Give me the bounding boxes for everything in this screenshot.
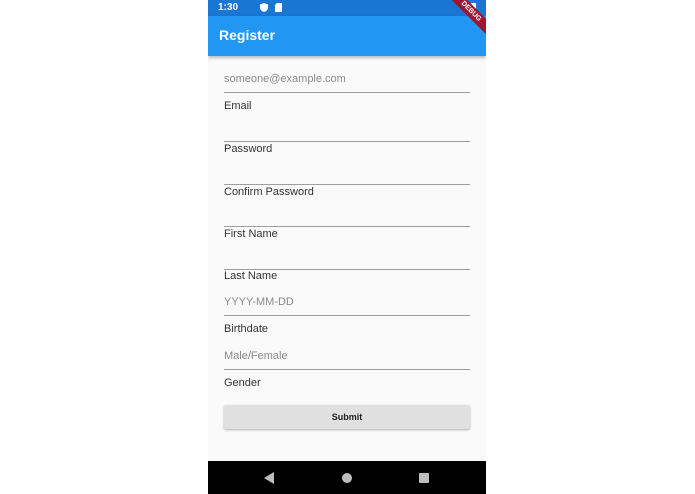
status-bar: 1:30 <box>208 0 486 16</box>
app-bar: Register <box>208 16 486 56</box>
page-title: Register <box>219 27 276 43</box>
birthdate-label: Birthdate <box>224 323 269 335</box>
last-name-label: Last Name <box>224 270 278 282</box>
submit-button[interactable]: Submit <box>224 405 470 429</box>
first-name-field[interactable] <box>224 200 470 227</box>
first-name-label: First Name <box>224 228 278 240</box>
confirm-password-label: Confirm Password <box>224 186 314 198</box>
recent-apps-icon[interactable] <box>419 473 429 483</box>
password-field[interactable] <box>224 115 470 142</box>
password-label: Password <box>224 143 273 155</box>
email-label: Email <box>224 100 252 112</box>
email-field[interactable]: someone@example.com <box>224 66 470 93</box>
shield-icon <box>260 3 268 12</box>
gender-label: Gender <box>224 377 261 389</box>
phone-screen: 1:30 Register DEBUG someone@example.com … <box>208 0 486 494</box>
birthdate-field[interactable]: YYYY-MM-DD <box>224 289 470 316</box>
gender-field[interactable]: Male/Female <box>224 343 470 370</box>
last-name-field[interactable] <box>224 243 470 270</box>
status-time: 1:30 <box>218 2 239 13</box>
confirm-password-field[interactable] <box>224 158 470 185</box>
nav-bar <box>208 461 486 494</box>
back-icon[interactable] <box>264 472 274 484</box>
home-icon[interactable] <box>342 473 352 483</box>
sd-card-icon <box>275 3 282 12</box>
